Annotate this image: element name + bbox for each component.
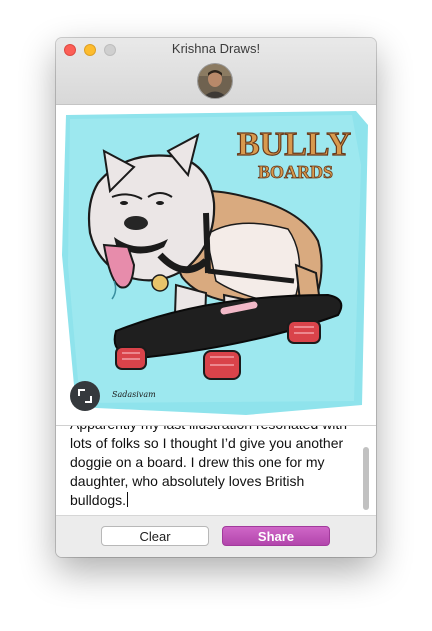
logo-line-2: BOARDS <box>258 162 333 182</box>
logo-line-1: BULLY <box>237 126 351 163</box>
clear-button[interactable]: Clear <box>101 526 209 546</box>
caption-scrollbar[interactable] <box>363 447 369 510</box>
avatar[interactable] <box>197 63 233 99</box>
artist-signature: Sadasivam <box>112 390 156 399</box>
illustration-image: BULLY BOARDS Sadasivam <box>56 105 376 425</box>
share-button[interactable]: Share <box>222 526 330 546</box>
window-title: Krishna Draws! <box>171 41 261 56</box>
expand-button[interactable] <box>70 381 100 411</box>
text-cursor <box>127 492 129 507</box>
caption-text-area[interactable]: Apparently my last illustration resonate… <box>56 425 376 516</box>
title-bar: Krishna Draws! <box>56 38 376 105</box>
expand-icon <box>78 389 92 403</box>
caption-text: Apparently my last illustration resonate… <box>70 426 347 508</box>
app-window: Krishna Draws! BULLY BOARDS Sadasivam lo… <box>56 38 376 557</box>
footer-bar: Clear Share <box>56 515 376 557</box>
